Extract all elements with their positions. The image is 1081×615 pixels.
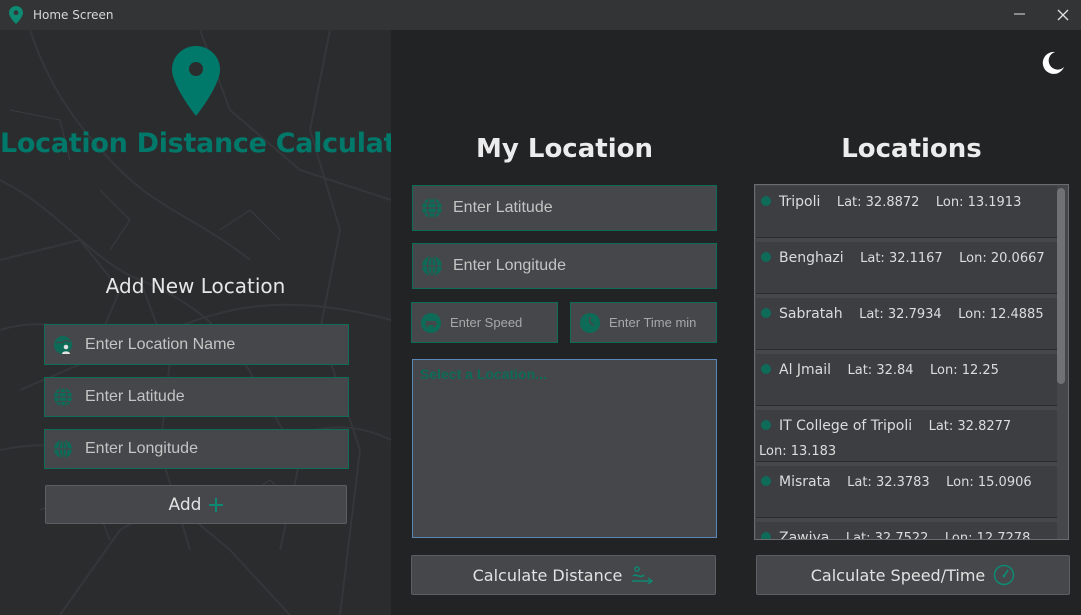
close-button[interactable]	[1040, 0, 1081, 30]
location-name: Tripoli	[779, 194, 821, 210]
location-name: Zawiya	[779, 530, 830, 540]
location-lat: Lat: 32.7934	[859, 307, 942, 322]
my-latitude-field[interactable]	[412, 185, 717, 231]
location-lon: Lon: 13.1913	[935, 195, 1022, 210]
add-location-heading: Add New Location	[105, 274, 286, 298]
list-item[interactable]: Zawiya Lat: 32.7522 Lon: 12.7278	[756, 522, 1057, 540]
location-name: Al Jmail	[779, 362, 832, 378]
new-latitude-input[interactable]	[85, 378, 342, 416]
result-textarea[interactable]	[413, 360, 716, 537]
location-dot-icon	[761, 364, 771, 374]
location-dot-icon	[761, 532, 771, 539]
location-dot-icon	[761, 420, 771, 430]
close-icon	[1057, 9, 1069, 21]
location-lat: Lat: 32.84	[847, 363, 914, 378]
speedometer-icon	[994, 564, 1015, 586]
location-dot-icon	[761, 252, 771, 262]
globe-icon	[54, 439, 72, 459]
calculate-distance-button[interactable]: Calculate Distance	[411, 555, 716, 595]
location-lon: Lon: 13.183	[759, 444, 837, 459]
time-input[interactable]	[609, 303, 710, 342]
route-icon	[632, 566, 654, 584]
add-location-panel: Location Distance Calculator Add New Loc…	[0, 30, 391, 615]
title-bar: Home Screen	[0, 0, 1081, 30]
locations-list[interactable]: Tripoli Lat: 32.8872 Lon: 13.1913 Bengha…	[754, 184, 1069, 540]
new-longitude-field[interactable]	[44, 429, 349, 469]
location-lat: Lat: 32.8872	[836, 195, 920, 210]
location-lon: Lon: 12.25	[930, 363, 999, 378]
speed-field[interactable]	[411, 302, 558, 343]
minimize-button[interactable]	[997, 0, 1043, 30]
location-dot-icon	[761, 196, 771, 206]
location-lon: Lon: 20.0667	[959, 251, 1045, 266]
list-item[interactable]: Misrata Lat: 32.3783 Lon: 15.0906	[756, 466, 1057, 518]
calculate-speed-time-label: Calculate Speed/Time	[810, 565, 986, 585]
calculate-speed-time-button[interactable]: Calculate Speed/Time	[756, 555, 1070, 595]
new-latitude-field[interactable]	[44, 377, 349, 417]
location-name-input[interactable]	[85, 325, 342, 364]
new-longitude-input[interactable]	[85, 430, 342, 468]
location-name: IT College of Tripoli	[779, 418, 913, 434]
my-longitude-input[interactable]	[453, 244, 710, 288]
locations-scrollbar[interactable]	[1057, 188, 1065, 384]
globe-icon	[54, 387, 72, 407]
map-pin-icon	[9, 6, 23, 24]
result-area[interactable]	[412, 359, 717, 538]
location-pin-logo	[172, 46, 220, 116]
list-item[interactable]: Tripoli Lat: 32.8872 Lon: 13.1913	[756, 186, 1057, 238]
location-lon: Lon: 15.0906	[946, 475, 1032, 490]
map-background	[0, 30, 391, 615]
clock-icon	[580, 312, 600, 333]
time-field[interactable]	[570, 302, 717, 343]
locations-title: Locations	[841, 134, 982, 164]
globe-person-icon	[54, 335, 72, 354]
location-name: Benghazi	[779, 250, 844, 266]
list-item[interactable]: Al Jmail Lat: 32.84 Lon: 12.25	[756, 354, 1057, 406]
calculate-distance-label: Calculate Distance	[472, 565, 623, 585]
list-item[interactable]: IT College of Tripoli Lat: 32.8277 Lon: …	[756, 410, 1057, 462]
location-dot-icon	[761, 308, 771, 318]
location-lat: Lat: 32.3783	[847, 475, 930, 490]
my-longitude-field[interactable]	[412, 243, 717, 289]
globe-icon	[422, 255, 442, 277]
my-location-title: My Location	[476, 134, 653, 164]
my-latitude-input[interactable]	[453, 186, 710, 230]
globe-icon	[422, 197, 442, 219]
plus-icon	[209, 497, 224, 512]
list-item[interactable]: Sabratah Lat: 32.7934 Lon: 12.4885	[756, 298, 1057, 350]
window-title: Home Screen	[33, 8, 114, 22]
location-lon: Lon: 12.4885	[958, 307, 1044, 322]
minimize-icon	[1014, 13, 1025, 15]
add-button-label: Add	[168, 494, 202, 515]
location-lat: Lat: 32.1167	[860, 251, 943, 266]
location-name: Misrata	[779, 474, 831, 490]
location-name-field[interactable]	[44, 324, 349, 365]
location-dot-icon	[761, 476, 771, 486]
location-lon: Lon: 12.7278	[944, 531, 1031, 540]
add-location-button[interactable]: Add	[45, 485, 347, 524]
location-name: Sabratah	[779, 306, 843, 322]
speed-input[interactable]	[450, 303, 551, 342]
car-icon	[421, 312, 441, 333]
location-lat: Lat: 32.7522	[845, 531, 929, 540]
moon-icon[interactable]	[1040, 50, 1066, 76]
location-lat: Lat: 32.8277	[928, 419, 1012, 434]
app-title: Location Distance Calculator	[0, 128, 391, 159]
list-item[interactable]: Benghazi Lat: 32.1167 Lon: 20.0667	[756, 242, 1057, 294]
app-window: Home Screen Location Distance Calculator…	[0, 0, 1081, 615]
